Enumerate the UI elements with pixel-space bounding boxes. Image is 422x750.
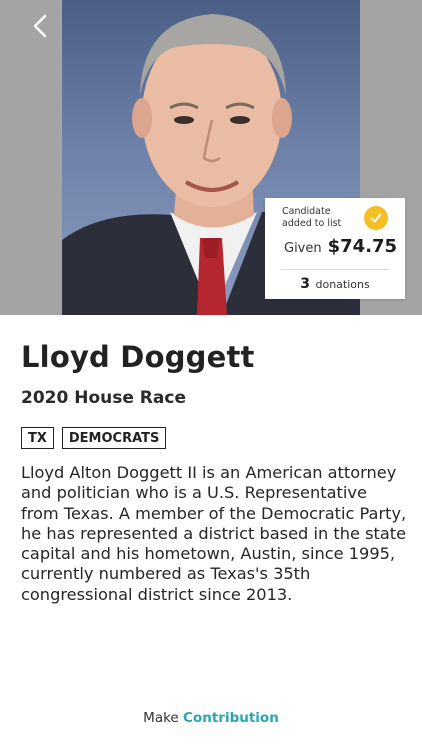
- make-contribution-button[interactable]: Make Contribution: [0, 710, 422, 726]
- added-status-text: Candidate added to list: [282, 206, 342, 229]
- candidate-hero: Candidate added to list Given $74.75 3 d…: [0, 0, 422, 315]
- candidate-bio: Lloyd Alton Doggett II is an American at…: [21, 463, 407, 604]
- donations-row: 3 donations: [265, 276, 405, 292]
- given-row: Given $74.75: [284, 236, 397, 257]
- candidate-name: Lloyd Doggett: [21, 340, 255, 374]
- party-tag: DEMOCRATS: [61, 427, 167, 449]
- donations-label: donations: [315, 278, 370, 291]
- donation-summary-card: Candidate added to list Given $74.75 3 d…: [265, 198, 405, 299]
- given-amount: $74.75: [327, 236, 398, 257]
- race-title: 2020 House Race: [21, 388, 186, 408]
- check-icon: [370, 213, 382, 223]
- donations-count: 3: [300, 276, 310, 292]
- state-tag: TX: [21, 427, 54, 449]
- make-label: Make: [143, 710, 179, 726]
- back-button[interactable]: [26, 12, 54, 40]
- check-badge: [364, 206, 388, 230]
- divider: [281, 269, 389, 270]
- given-label: Given: [284, 241, 322, 256]
- chevron-left-icon: [33, 14, 47, 38]
- candidate-tags: TX DEMOCRATS: [21, 427, 167, 449]
- contribution-label: Contribution: [183, 710, 279, 726]
